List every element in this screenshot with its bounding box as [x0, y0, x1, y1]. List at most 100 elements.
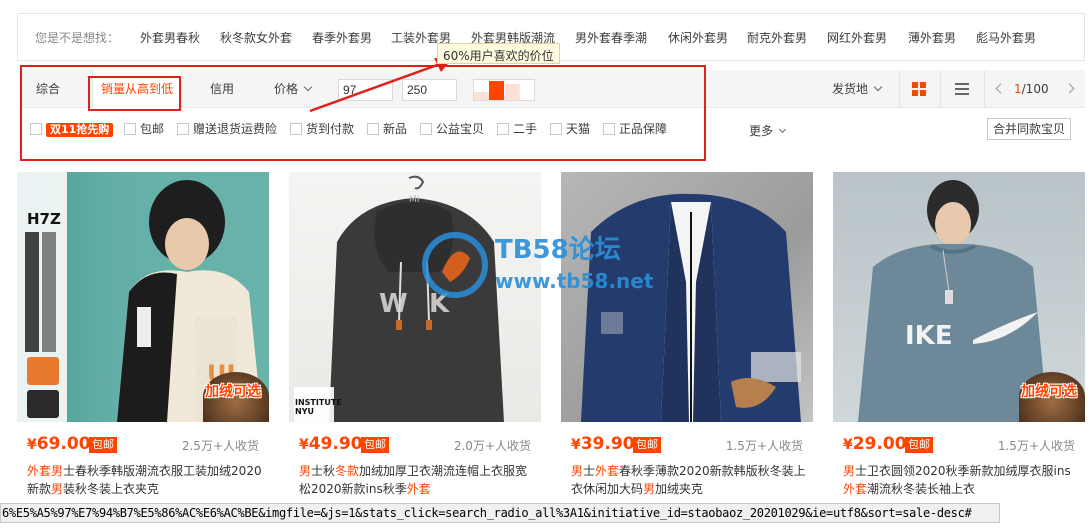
title-text: 士: [583, 464, 596, 478]
chevron-down-icon: [873, 82, 883, 92]
price-max-input[interactable]: [402, 79, 457, 101]
related-search-link[interactable]: 外套男春秋: [140, 29, 200, 46]
filter-free-shipping[interactable]: 包邮: [124, 122, 164, 136]
product-image[interactable]: H7Z UI 加绒可选: [17, 172, 269, 422]
chevron-left-icon[interactable]: [995, 83, 1006, 94]
chevron-right-icon[interactable]: [1064, 83, 1075, 94]
sort-sales-desc-button[interactable]: 销量从高到低: [92, 70, 182, 108]
title-keyword-highlight: 男: [643, 482, 656, 496]
checkbox[interactable]: [124, 123, 136, 135]
brand-mark: IKE: [905, 321, 953, 351]
sort-credit-button[interactable]: 信用: [198, 70, 246, 108]
filter-tmall[interactable]: 天猫: [550, 122, 590, 136]
related-search-link[interactable]: 休闲外套男: [668, 29, 728, 46]
filter-label: 二手: [513, 122, 538, 136]
sort-price-label: 价格: [274, 82, 299, 96]
title-keyword-highlight: 冬款: [335, 464, 360, 478]
free-shipping-badge: 包邮: [905, 437, 933, 453]
brand-mark: H7Z: [27, 210, 61, 228]
double11-filter[interactable]: 双11抢先购: [30, 122, 114, 137]
product-card[interactable]: ¥39.90 包邮 1.5万+人收货 男士外套春秋季薄款2020新款韩版秋冬装上…: [561, 172, 813, 528]
fleece-option-label: 加绒可选: [1021, 384, 1077, 400]
title-keyword-highlight: 男: [51, 464, 64, 478]
price-range-tooltip: 60%用户喜欢的价位: [437, 43, 560, 64]
product-card[interactable]: W K MI INSTITUTE NYU ¥49.90 包邮 2.0万+人收货 …: [289, 172, 541, 528]
related-search-link[interactable]: 秋冬款女外套: [220, 29, 292, 46]
price-min-input[interactable]: [338, 79, 393, 101]
filter-authentic[interactable]: 正品保障: [603, 122, 667, 136]
filter-return-insurance[interactable]: 赠送退货运费险: [177, 122, 277, 136]
title-text: 潮流秋冬装长袖上衣: [867, 482, 976, 496]
related-search-link[interactable]: 薄外套男: [908, 29, 956, 46]
checkbox[interactable]: [290, 123, 302, 135]
product-title[interactable]: 外套男士春秋季韩版潮流衣服工装加绒2020新款男装秋冬装上衣夹克: [27, 462, 263, 498]
sales-count: 1.5万+人收货: [997, 439, 1075, 453]
title-keyword-highlight: 外套: [27, 464, 52, 478]
title-keyword-highlight: 男: [843, 464, 856, 478]
sort-comprehensive-button[interactable]: 综合: [24, 70, 72, 108]
title-text: 士春秋季韩版潮流衣服工装加绒: [63, 464, 232, 478]
product-image[interactable]: [561, 172, 813, 422]
merge-same-items-button[interactable]: 合并同款宝贝: [987, 118, 1072, 140]
checkbox[interactable]: [420, 123, 432, 135]
chevron-down-icon: [303, 82, 313, 92]
price-distribution-chart[interactable]: [473, 79, 535, 101]
product-title[interactable]: 男士卫衣圆领2020秋季新款加绒厚衣服ins 外套潮流秋冬装长袖上衣: [843, 462, 1079, 498]
more-label: 更多: [749, 124, 774, 138]
sales-count: 2.5万+人收货: [181, 439, 259, 453]
list-view-icon[interactable]: [955, 82, 969, 96]
filter-cash-on-delivery[interactable]: 货到付款: [290, 122, 354, 136]
filter-second-hand[interactable]: 二手: [497, 122, 537, 136]
price-bar[interactable]: [519, 82, 534, 100]
title-text: 加绒夹克: [655, 482, 704, 496]
sort-price-button[interactable]: 价格: [262, 70, 323, 108]
divider: [940, 70, 941, 108]
price-bar[interactable]: [474, 92, 489, 100]
grid-view-icon[interactable]: [912, 82, 926, 96]
browser-status-bar: 6%E5%A5%97%E7%94%B7%E5%86%AC%E6%AC%BE&im…: [0, 503, 1000, 523]
product-card[interactable]: H7Z UI 加绒可选 ¥69.00 包邮 2.5万+人收货 外套男士春秋季韩版…: [17, 172, 269, 528]
checkbox[interactable]: [603, 123, 615, 135]
checkbox[interactable]: [497, 123, 509, 135]
title-keyword-highlight: 外套: [406, 482, 431, 496]
product-image[interactable]: IKE 加绒可选: [833, 172, 1085, 422]
title-text: 士卫衣圆领2020秋季新款加绒厚衣服ins: [855, 464, 1071, 478]
title-keyword-highlight: 男: [571, 464, 584, 478]
title-keyword-highlight: 男: [299, 464, 312, 478]
search-results-page: 您是不是想找： 外套男春秋 秋冬款女外套 春季外套男 工装外套男 外套男韩版潮流…: [0, 0, 1090, 528]
brand-mark: INSTITUTE NYU: [295, 398, 342, 416]
checkbox[interactable]: [30, 123, 42, 135]
svg-text:W: W: [379, 289, 408, 319]
product-title[interactable]: 男士秋冬款加绒加厚卫衣潮流连帽上衣服宽松2020新款ins秋季外套: [299, 462, 535, 498]
product-price: ¥69.00: [27, 434, 91, 454]
checkbox[interactable]: [550, 123, 562, 135]
checkbox[interactable]: [177, 123, 189, 135]
filter-label: 公益宝贝: [436, 122, 485, 136]
title-text: 士秋: [311, 464, 336, 478]
filter-label: 新品: [383, 122, 408, 136]
filter-charity[interactable]: 公益宝贝: [420, 122, 484, 136]
more-filters-button[interactable]: 更多: [749, 122, 786, 139]
price-bar[interactable]: [504, 84, 519, 100]
filter-new[interactable]: 新品: [367, 122, 407, 136]
svg-text:K: K: [429, 289, 450, 319]
product-card[interactable]: IKE 加绒可选 ¥29.00 包邮 1.5万+人收货 男士卫衣圆领2020秋季…: [833, 172, 1085, 528]
related-search-link[interactable]: 男外套春季潮: [575, 29, 647, 46]
related-search-link[interactable]: 网红外套男: [827, 29, 887, 46]
product-price: ¥29.00: [843, 434, 907, 454]
ship-from-dropdown[interactable]: 发货地: [820, 70, 893, 108]
related-search-link[interactable]: 春季外套男: [312, 29, 372, 46]
title-keyword-highlight: 男: [51, 482, 64, 496]
related-search-link[interactable]: 耐克外套男: [747, 29, 807, 46]
free-shipping-badge: 包邮: [633, 437, 661, 453]
mini-pager: 1/100: [995, 70, 1075, 108]
price-bar-selected[interactable]: [489, 81, 504, 100]
checkbox[interactable]: [367, 123, 379, 135]
product-image[interactable]: W K MI INSTITUTE NYU: [289, 172, 541, 422]
filter-label: 货到付款: [306, 122, 355, 136]
related-search-link[interactable]: 彪马外套男: [976, 29, 1036, 46]
sales-count: 1.5万+人收货: [725, 439, 803, 453]
divider: [984, 70, 985, 108]
product-price: ¥49.90: [299, 434, 363, 454]
product-title[interactable]: 男士外套春秋季薄款2020新款韩版秋冬装上衣休闲加大码男加绒夹克: [571, 462, 807, 498]
